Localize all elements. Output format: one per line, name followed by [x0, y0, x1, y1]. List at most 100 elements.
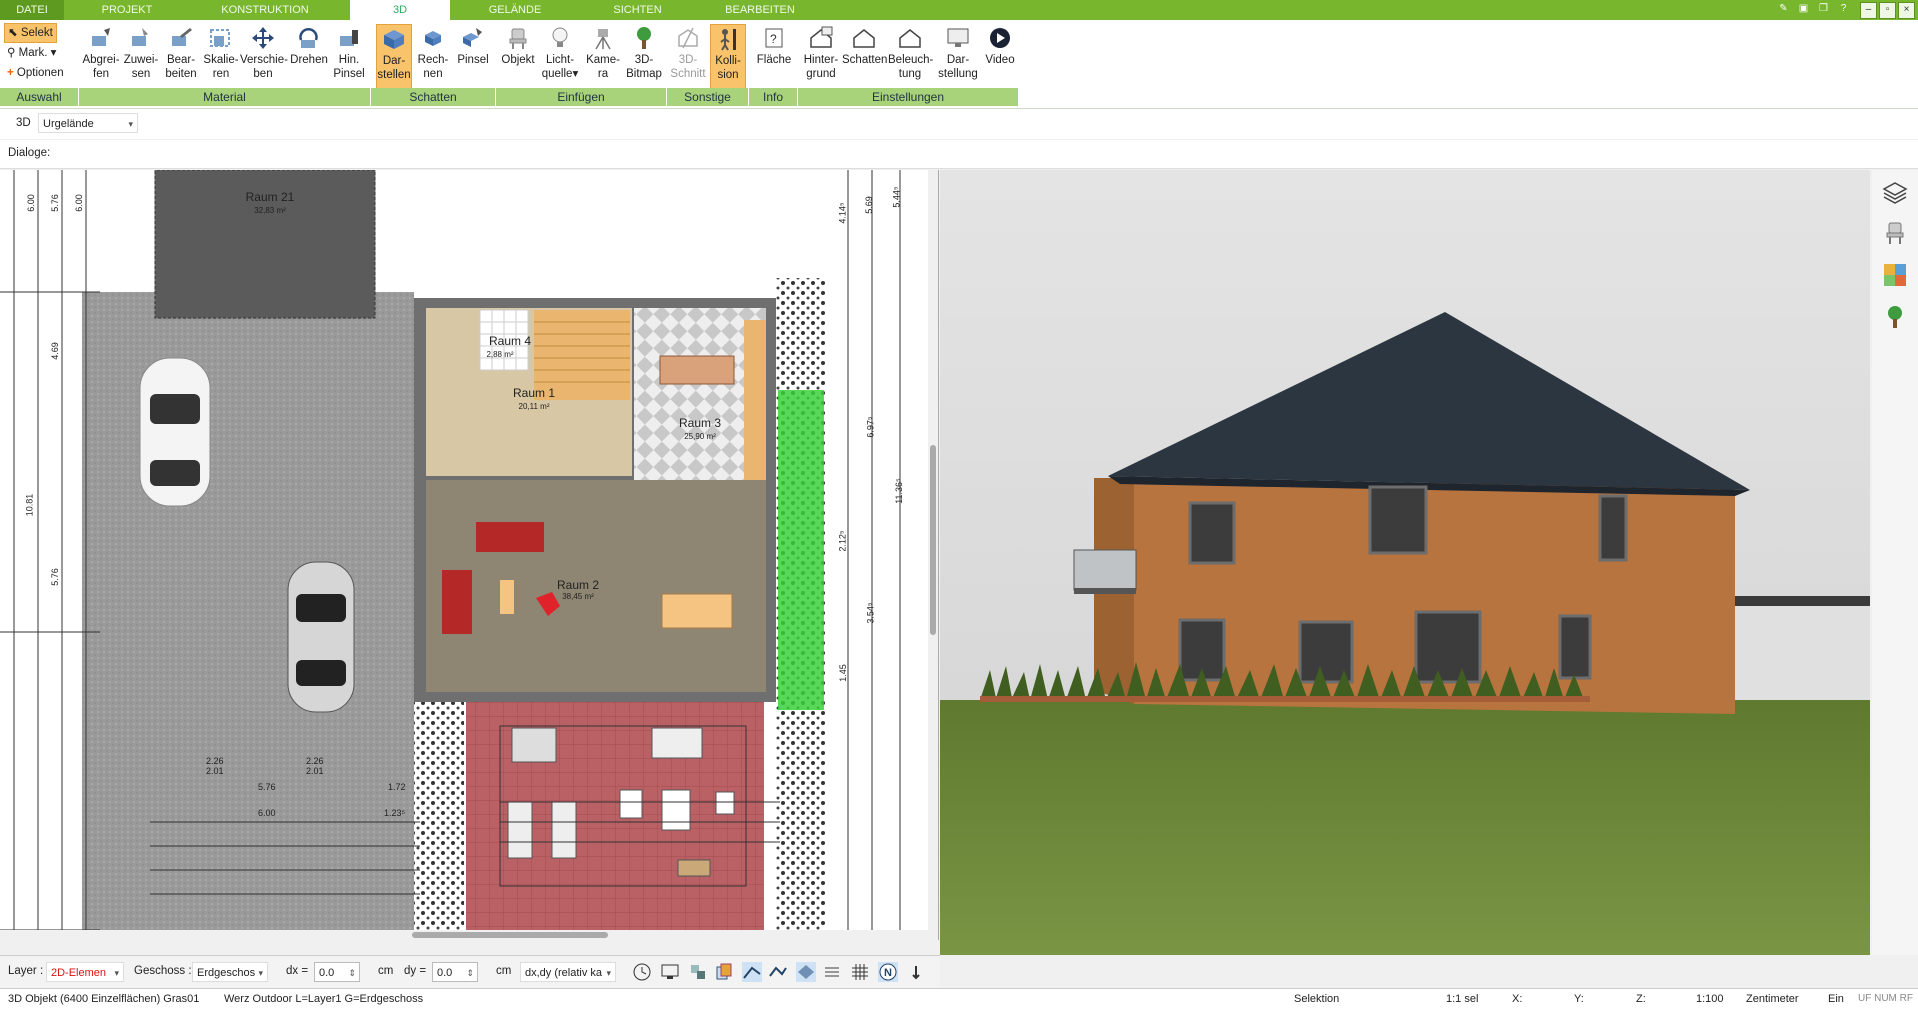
plane-icon[interactable] [796, 962, 816, 982]
layer-select[interactable]: 2D-Elemen ▾ [46, 962, 124, 982]
beleuchtung-button[interactable]: Beleuch-tung [888, 24, 933, 88]
tools-icon[interactable]: ✎ [1776, 2, 1791, 17]
tab-sichten[interactable]: SICHTEN [580, 0, 695, 20]
rechnen-button[interactable]: Rech-nen [414, 24, 452, 88]
lichtquelle-button[interactable]: Licht-quelle▾ [540, 24, 580, 88]
window-icon[interactable]: ▣ [1796, 2, 1811, 17]
spinner-icon[interactable]: ⇕ [466, 963, 474, 983]
bitmap-button[interactable]: 3D- Bitmap [624, 24, 664, 88]
area-info-icon: ? [765, 28, 783, 48]
clock-icon[interactable] [632, 962, 652, 982]
objekt-button[interactable]: Objekt [498, 24, 538, 88]
chevron-down-icon: ▾ [258, 968, 263, 978]
layers-icon[interactable] [1882, 180, 1908, 206]
status-flags: UF NUM RF [1858, 993, 1913, 1004]
car-bottom [287, 561, 355, 713]
floor-plan-view[interactable]: Raum 21 32,83 m² Raum 4 2,88 m² Raum 1 2… [0, 170, 939, 940]
kollision-button[interactable]: Kolli-sion [710, 24, 746, 90]
grid-icon[interactable] [850, 962, 870, 982]
tab-datei[interactable]: DATEI [0, 0, 64, 20]
mark-button[interactable]: ⚲ Mark. ▾ [4, 44, 59, 62]
maximize-icon[interactable]: ▫ [1879, 2, 1896, 19]
tab-konstruktion[interactable]: KONSTRUKTION [190, 0, 340, 20]
copy-icon[interactable] [714, 962, 734, 982]
screen-icon[interactable] [660, 962, 680, 982]
scale-icon [210, 29, 230, 47]
bearbeiten-button[interactable]: Bear-beiten [160, 24, 202, 88]
schnitt-button[interactable]: 3D- Schnitt [670, 24, 706, 88]
spinner-icon[interactable]: ⇕ [348, 963, 356, 983]
furniture-icon[interactable] [1882, 220, 1908, 246]
scroll-thumb[interactable] [930, 445, 936, 635]
layer-stack-icon[interactable] [822, 962, 842, 982]
plants-icon[interactable] [1882, 304, 1908, 330]
3d-view[interactable] [940, 170, 1870, 955]
dimension-label: 2.01 [206, 766, 224, 776]
dimension-label: 6.00 [258, 808, 276, 818]
geschoss-label: Geschoss : [134, 965, 192, 977]
verschieben-button[interactable]: Verschie-ben [240, 24, 288, 88]
dimension-label: 1.45 [837, 664, 848, 682]
selekt-button[interactable]: ⬉ Selekt [4, 23, 57, 43]
scroll-thumb[interactable] [412, 932, 608, 938]
pinsel-button[interactable]: Pinsel [454, 24, 492, 88]
dx-label: dx = [286, 965, 309, 977]
cube-shading-icon [384, 30, 404, 49]
abgreifen-button[interactable]: Abgrei-fen [80, 24, 122, 88]
restore-icon[interactable]: ❐ [1816, 2, 1831, 17]
tab-3d[interactable]: 3D [350, 0, 450, 20]
tab-bearbeiten[interactable]: BEARBEITEN [700, 0, 820, 20]
minimize-icon[interactable]: – [1860, 2, 1877, 19]
status-selection-count: 1:1 sel [1446, 993, 1479, 1005]
video-button[interactable]: Video [982, 24, 1018, 88]
materials-icon[interactable] [1882, 262, 1908, 288]
group-schatten: Schatten [371, 88, 496, 106]
optionen-button[interactable]: + Optionen [4, 64, 67, 82]
geschoss-select[interactable]: Erdgeschos ▾ [192, 962, 268, 982]
more-icon[interactable] [906, 962, 926, 982]
skalieren-button[interactable]: Skalie-ren [202, 24, 240, 88]
room-name: Raum 21 [245, 190, 295, 204]
hin-pinsel-button[interactable]: Hin. Pinsel [330, 24, 368, 88]
edit-material-icon [172, 28, 192, 46]
horizontal-scrollbar[interactable] [0, 930, 928, 940]
dy-input[interactable]: 0.0 ⇕ [432, 962, 478, 982]
vertical-scrollbar[interactable] [928, 170, 938, 940]
kamera-button[interactable]: Kame-ra [584, 24, 622, 88]
dimension-label: 5.76 [49, 194, 60, 212]
schatten-einstellung-button[interactable]: Schatten [842, 24, 887, 88]
darstellung-button[interactable]: Dar-stellung [936, 24, 980, 88]
terrain-layer-select[interactable]: Urgelände ▾ [38, 113, 138, 133]
status-z: Z: [1636, 993, 1646, 1005]
darstellen-button[interactable]: Dar-stellen [376, 24, 412, 90]
collision-icon [720, 29, 736, 51]
rotate-icon [299, 27, 318, 48]
dimension-label: 3.54⁵ [865, 602, 876, 624]
dimension-label: 2.26 [306, 756, 324, 766]
group-icon[interactable] [688, 962, 708, 982]
status-scale: 1:100 [1696, 993, 1724, 1005]
background-icon [810, 26, 833, 48]
help-icon[interactable]: ? [1836, 2, 1851, 17]
zuweisen-button[interactable]: Zuwei-sen [122, 24, 160, 88]
tab-projekt[interactable]: PROJEKT [72, 0, 182, 20]
plus-icon: + [7, 67, 14, 79]
chevron-down-icon: ▾ [114, 968, 119, 978]
tab-gelaende[interactable]: GELÄNDE [460, 0, 570, 20]
dimension-label: 6.00 [25, 194, 36, 212]
drehen-button[interactable]: Drehen [288, 24, 330, 88]
hintergrund-button[interactable]: Hinter-grund [800, 24, 842, 88]
coordinate-mode-select[interactable]: dx,dy (relativ ka ▾ [520, 962, 616, 982]
group-sonstige: Sonstige [667, 88, 749, 106]
snap-line-icon[interactable] [768, 962, 788, 982]
room-area: 32,83 m² [254, 206, 286, 215]
flaeche-button[interactable]: ? Fläche [752, 24, 796, 88]
3d-scene [940, 170, 1870, 955]
north-icon[interactable]: N [878, 962, 898, 982]
dimension-label: 5.76 [49, 568, 60, 586]
dx-input[interactable]: 0.0 ⇕ [314, 962, 360, 982]
snap-icon[interactable] [742, 962, 762, 982]
move-icon [252, 27, 274, 49]
close-icon[interactable]: × [1898, 2, 1915, 19]
status-unit: Zentimeter [1746, 993, 1799, 1005]
